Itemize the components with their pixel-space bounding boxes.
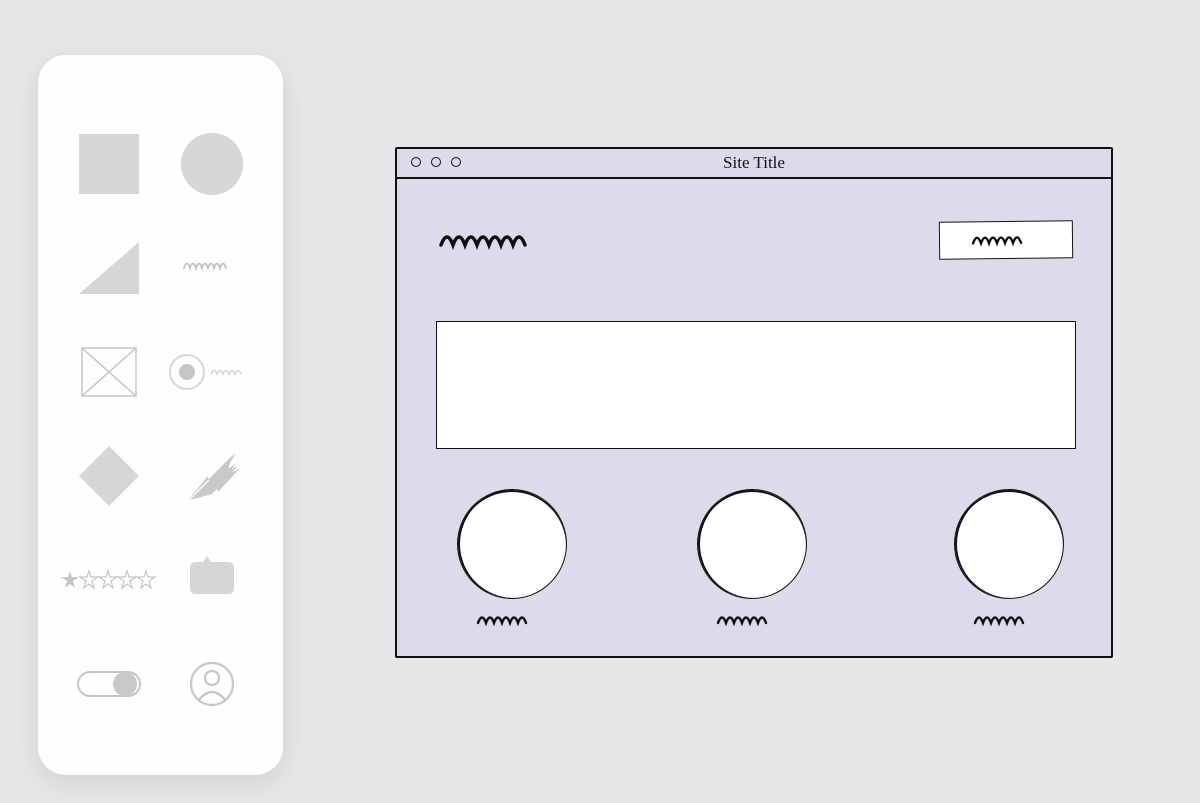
window-controls[interactable] xyxy=(411,157,461,167)
page-heading-placeholder[interactable] xyxy=(439,231,559,260)
feature-caption-placeholder xyxy=(949,613,1069,627)
shape-star-rating[interactable] xyxy=(58,531,161,629)
site-title: Site Title xyxy=(723,153,785,173)
feature-circle-icon xyxy=(954,489,1064,599)
shape-scribble-text[interactable] xyxy=(161,219,264,317)
wireframe-browser-window[interactable]: Site Title xyxy=(395,147,1113,658)
window-zoom-icon[interactable] xyxy=(451,157,461,167)
shape-square[interactable] xyxy=(58,115,161,213)
shape-circle[interactable] xyxy=(161,115,264,213)
browser-titlebar: Site Title xyxy=(397,149,1111,179)
window-close-icon[interactable] xyxy=(411,157,421,167)
shape-palette xyxy=(38,55,283,775)
feature-caption-placeholder xyxy=(692,613,812,627)
shape-comment-bubble[interactable] xyxy=(161,531,264,629)
shape-toggle-switch[interactable] xyxy=(58,635,161,733)
wireframe-canvas[interactable] xyxy=(397,179,1111,656)
shape-arrow[interactable] xyxy=(161,427,264,525)
feature-item-1[interactable] xyxy=(452,489,572,627)
window-minimize-icon[interactable] xyxy=(431,157,441,167)
header-button-placeholder[interactable] xyxy=(939,220,1073,259)
feature-circle-icon xyxy=(697,489,807,599)
feature-circle-icon xyxy=(457,489,567,599)
feature-caption-placeholder xyxy=(452,613,572,627)
shape-triangle[interactable] xyxy=(58,219,161,317)
feature-item-3[interactable] xyxy=(949,489,1069,627)
shape-radio-button[interactable] xyxy=(161,323,264,421)
shape-image-placeholder[interactable] xyxy=(58,323,161,421)
hero-image-placeholder[interactable] xyxy=(436,321,1076,449)
feature-item-2[interactable] xyxy=(692,489,812,627)
shape-diamond[interactable] xyxy=(58,427,161,525)
shape-avatar[interactable] xyxy=(161,635,264,733)
